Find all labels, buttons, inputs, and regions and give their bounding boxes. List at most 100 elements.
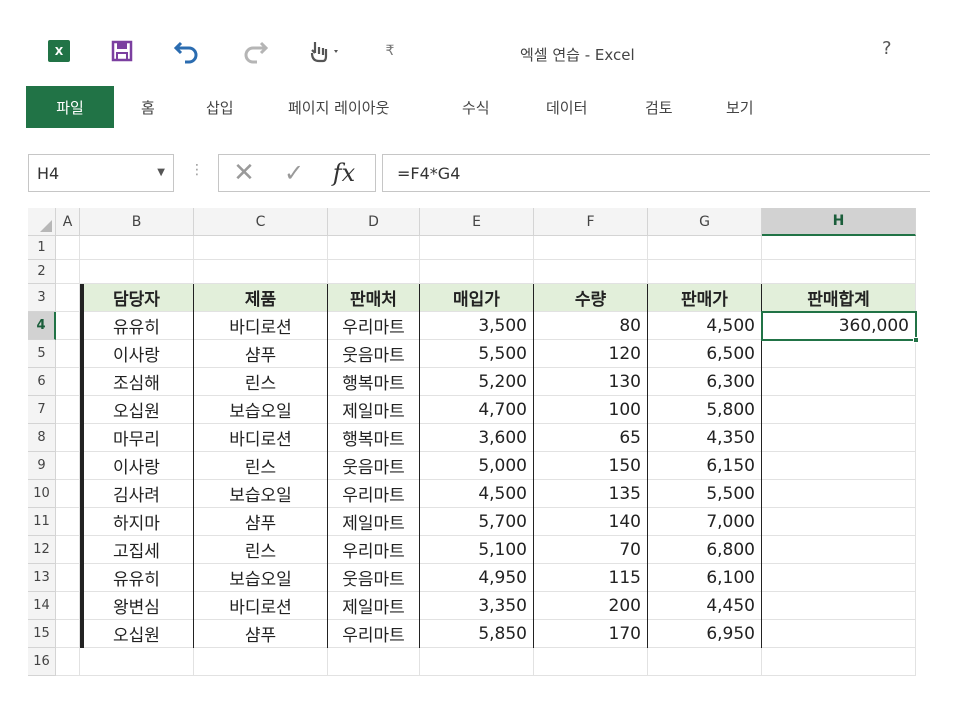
cell-f6[interactable]: 130 — [534, 368, 648, 396]
save-icon[interactable] — [108, 36, 136, 66]
cell-c4[interactable]: 바디로션 — [194, 312, 328, 340]
cell-d2[interactable] — [328, 260, 420, 284]
cell-e15[interactable]: 5,850 — [420, 620, 534, 648]
cell-e12[interactable]: 5,100 — [420, 536, 534, 564]
cell-b7[interactable]: 오십원 — [80, 396, 194, 424]
customize-toolbar-icon[interactable]: ₹ — [380, 36, 400, 66]
cell-b1[interactable] — [80, 236, 194, 260]
cell-b9[interactable]: 이사랑 — [80, 452, 194, 480]
row-header-4[interactable]: 4 — [28, 312, 56, 340]
cell-h12[interactable] — [762, 536, 916, 564]
cell-g7[interactable]: 5,800 — [648, 396, 762, 424]
cell-b14[interactable]: 왕변심 — [80, 592, 194, 620]
cell-b5[interactable]: 이사랑 — [80, 340, 194, 368]
cell-f9[interactable]: 150 — [534, 452, 648, 480]
cell-f12[interactable]: 70 — [534, 536, 648, 564]
cell-e4[interactable]: 3,500 — [420, 312, 534, 340]
column-header-g[interactable]: G — [648, 208, 762, 236]
cell-d12[interactable]: 우리마트 — [328, 536, 420, 564]
cell-d3[interactable]: 판매처 — [328, 284, 420, 312]
tab-view[interactable]: 보기 — [726, 86, 754, 128]
cell-a15[interactable] — [56, 620, 80, 648]
cell-g1[interactable] — [648, 236, 762, 260]
cell-c14[interactable]: 바디로션 — [194, 592, 328, 620]
tab-data[interactable]: 데이터 — [546, 86, 587, 128]
column-header-f[interactable]: F — [534, 208, 648, 236]
cell-b12[interactable]: 고집세 — [80, 536, 194, 564]
cell-h11[interactable] — [762, 508, 916, 536]
column-header-b[interactable]: B — [80, 208, 194, 236]
cell-h5[interactable] — [762, 340, 916, 368]
row-header-14[interactable]: 14 — [28, 592, 56, 620]
cell-e9[interactable]: 5,000 — [420, 452, 534, 480]
cell-g3[interactable]: 판매가 — [648, 284, 762, 312]
cell-f2[interactable] — [534, 260, 648, 284]
select-all-button[interactable] — [28, 208, 56, 236]
cell-g10[interactable]: 5,500 — [648, 480, 762, 508]
cell-c1[interactable] — [194, 236, 328, 260]
cell-a2[interactable] — [56, 260, 80, 284]
tab-formulas[interactable]: 수식 — [462, 86, 490, 128]
cell-h14[interactable] — [762, 592, 916, 620]
cell-b3[interactable]: 담당자 — [80, 284, 194, 312]
cell-c7[interactable]: 보습오일 — [194, 396, 328, 424]
cell-f16[interactable] — [534, 648, 648, 676]
cell-g5[interactable]: 6,500 — [648, 340, 762, 368]
cell-e1[interactable] — [420, 236, 534, 260]
cell-b4[interactable]: 유유히 — [80, 312, 194, 340]
cell-a14[interactable] — [56, 592, 80, 620]
column-header-h[interactable]: H — [762, 208, 916, 236]
cell-g4[interactable]: 4,500 — [648, 312, 762, 340]
cell-a10[interactable] — [56, 480, 80, 508]
cell-e13[interactable]: 4,950 — [420, 564, 534, 592]
cell-d7[interactable]: 제일마트 — [328, 396, 420, 424]
cell-c13[interactable]: 보습오일 — [194, 564, 328, 592]
formula-input[interactable]: =F4*G4 — [382, 154, 930, 192]
cell-c12[interactable]: 린스 — [194, 536, 328, 564]
cell-a7[interactable] — [56, 396, 80, 424]
cell-a5[interactable] — [56, 340, 80, 368]
fill-handle[interactable] — [913, 337, 919, 343]
cell-a12[interactable] — [56, 536, 80, 564]
cell-e2[interactable] — [420, 260, 534, 284]
cell-g9[interactable]: 6,150 — [648, 452, 762, 480]
column-header-c[interactable]: C — [194, 208, 328, 236]
cell-h3[interactable]: 판매합계 — [762, 284, 916, 312]
cell-e11[interactable]: 5,700 — [420, 508, 534, 536]
cell-e16[interactable] — [420, 648, 534, 676]
tab-page-layout[interactable]: 페이지 레이아웃 — [288, 86, 389, 128]
cell-a13[interactable] — [56, 564, 80, 592]
cell-g13[interactable]: 6,100 — [648, 564, 762, 592]
cell-h7[interactable] — [762, 396, 916, 424]
cell-a3[interactable] — [56, 284, 80, 312]
cell-d15[interactable]: 우리마트 — [328, 620, 420, 648]
cell-f14[interactable]: 200 — [534, 592, 648, 620]
cell-a8[interactable] — [56, 424, 80, 452]
cell-c3[interactable]: 제품 — [194, 284, 328, 312]
cell-c9[interactable]: 린스 — [194, 452, 328, 480]
cell-h1[interactable] — [762, 236, 916, 260]
cell-d4[interactable]: 우리마트 — [328, 312, 420, 340]
cell-a9[interactable] — [56, 452, 80, 480]
column-header-e[interactable]: E — [420, 208, 534, 236]
cell-c5[interactable]: 샴푸 — [194, 340, 328, 368]
cell-a11[interactable] — [56, 508, 80, 536]
cell-f4[interactable]: 80 — [534, 312, 648, 340]
row-header-3[interactable]: 3 — [28, 284, 56, 312]
column-header-d[interactable]: D — [328, 208, 420, 236]
cell-d10[interactable]: 우리마트 — [328, 480, 420, 508]
chevron-down-icon[interactable]: ▼ — [157, 167, 165, 178]
row-header-16[interactable]: 16 — [28, 648, 56, 676]
cell-c16[interactable] — [194, 648, 328, 676]
cell-c11[interactable]: 샴푸 — [194, 508, 328, 536]
cell-c10[interactable]: 보습오일 — [194, 480, 328, 508]
cell-d9[interactable]: 웃음마트 — [328, 452, 420, 480]
row-header-11[interactable]: 11 — [28, 508, 56, 536]
cell-f10[interactable]: 135 — [534, 480, 648, 508]
cell-g8[interactable]: 4,350 — [648, 424, 762, 452]
row-header-13[interactable]: 13 — [28, 564, 56, 592]
tab-home[interactable]: 홈 — [141, 86, 155, 128]
cell-e14[interactable]: 3,350 — [420, 592, 534, 620]
cell-b16[interactable] — [80, 648, 194, 676]
cell-d6[interactable]: 행복마트 — [328, 368, 420, 396]
